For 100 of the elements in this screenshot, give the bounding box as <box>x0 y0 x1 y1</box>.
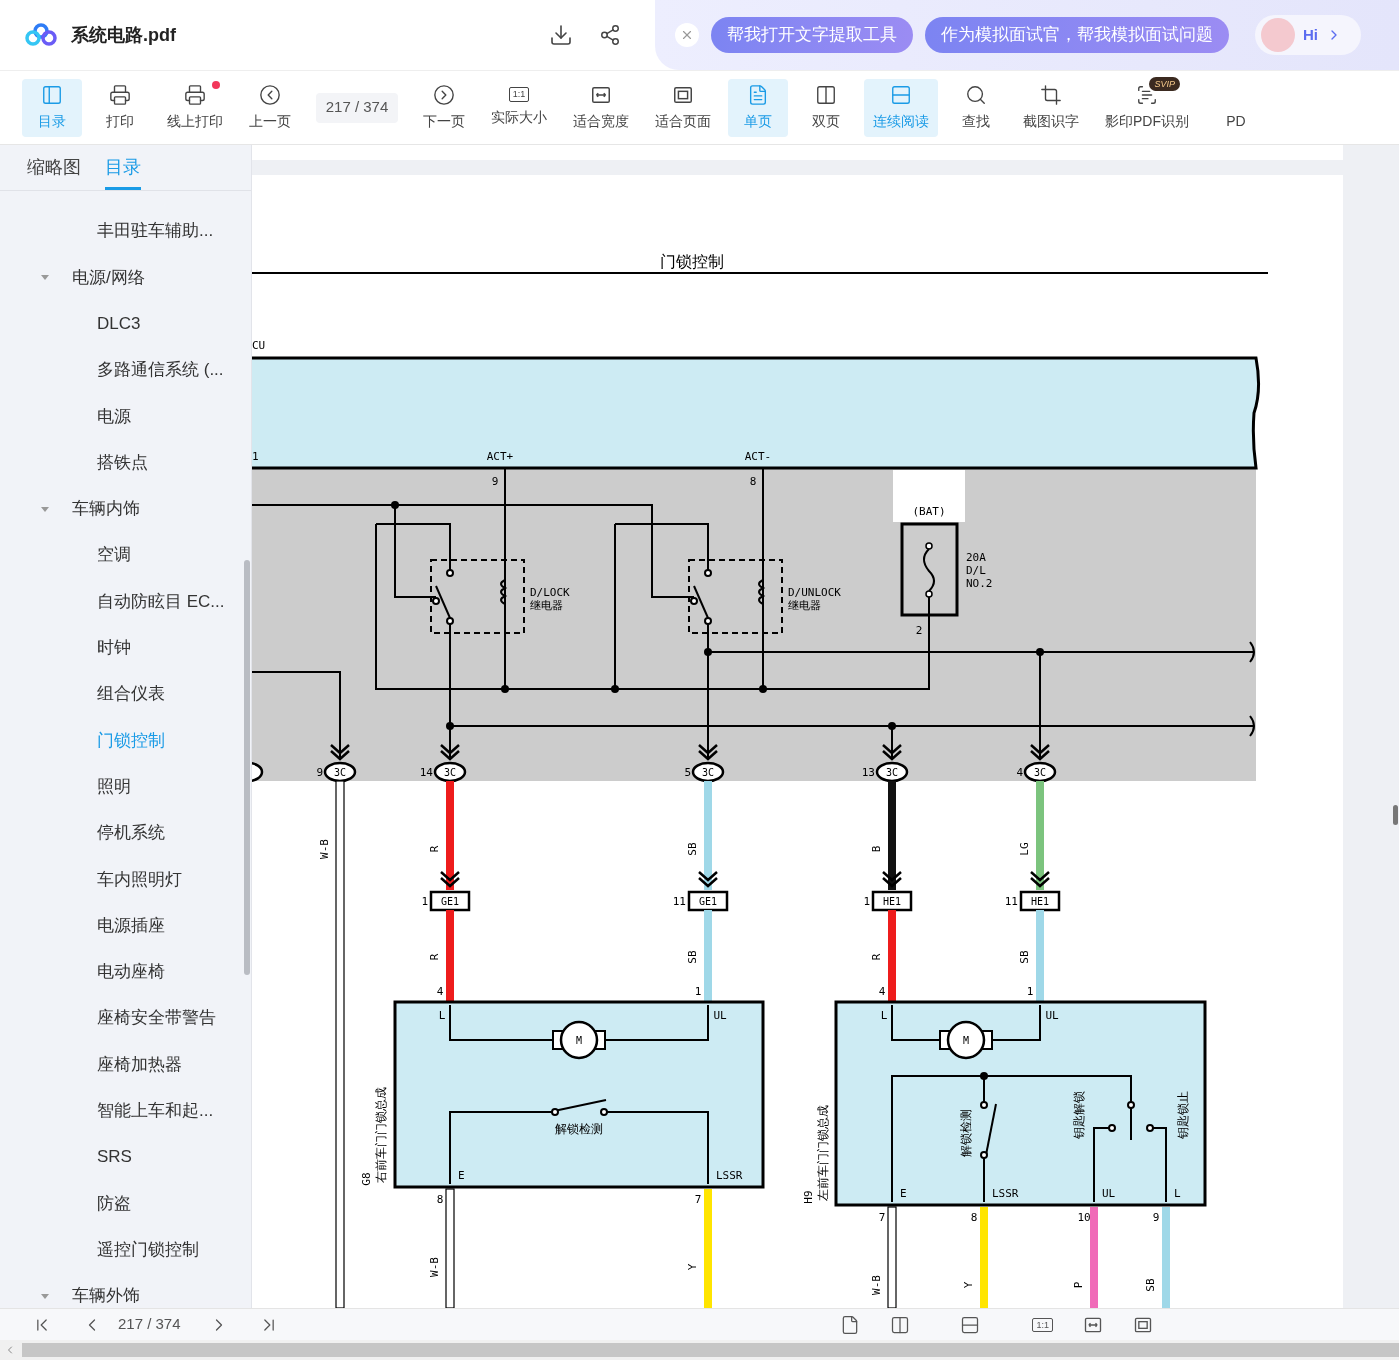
wire-label: W-B <box>318 839 331 859</box>
outline-item[interactable]: DLC3 <box>0 300 251 347</box>
fuse-label: D/L <box>966 564 986 577</box>
terminal-label: L <box>1174 1187 1181 1200</box>
outline-item[interactable]: 停机系统 <box>0 809 251 857</box>
toolbar-button[interactable]: 打印 <box>90 78 150 137</box>
avatar-icon <box>1261 18 1295 52</box>
actual-size-icon[interactable]: 1:1 <box>1032 1317 1053 1332</box>
connector-oval <box>1023 761 1057 783</box>
page-number-field[interactable]: 217 / 374 <box>316 92 398 123</box>
toolbar-button[interactable]: 线上打印 <box>158 78 232 137</box>
pin-label: 1 <box>252 450 259 463</box>
outline-item[interactable]: 多路通信系统 (... <box>0 346 251 394</box>
power-source-label: (BAT) <box>912 505 946 518</box>
connector-box <box>1019 890 1061 912</box>
connector-box <box>429 890 471 912</box>
connector-code: HE1 <box>1030 896 1050 907</box>
connector-oval <box>323 761 357 783</box>
outline-item[interactable]: SRS <box>0 1133 251 1181</box>
toolbar-button[interactable]: 双页 <box>796 78 856 137</box>
outline-item[interactable]: 座椅安全带警告 <box>0 995 251 1042</box>
assembly-label: 左前车门门锁总成 <box>816 1105 830 1201</box>
pin-number: 4 <box>878 985 886 998</box>
pin-number: 7 <box>694 1193 702 1206</box>
scrollbar-thumb[interactable] <box>1393 805 1398 825</box>
toolbar-button[interactable]: 适合宽度 <box>564 78 638 137</box>
outline-item[interactable]: 电动座椅 <box>0 948 251 996</box>
relay-label: D/UNLOCK <box>788 586 841 599</box>
two-columns-icon[interactable] <box>890 1314 911 1335</box>
arrow-head <box>881 743 903 761</box>
toolbar-button[interactable]: 下一页 <box>414 78 474 137</box>
wire-label: SB <box>686 950 699 964</box>
pin-number: 10 <box>1077 1211 1091 1224</box>
outline-item[interactable]: 智能上车和起... <box>0 1087 251 1134</box>
toolbar-button[interactable]: 查找 <box>946 78 1006 137</box>
outline-item[interactable]: 照明 <box>0 763 251 810</box>
arrow-head <box>1029 743 1051 761</box>
outline-item[interactable]: 组合仪表 <box>0 670 251 718</box>
toolbar-button[interactable]: SVIP 影印PDF识别 <box>1096 78 1198 137</box>
pin-number: 9 <box>491 475 499 488</box>
outline-item[interactable]: 防盗 <box>0 1180 251 1227</box>
motor-label: M <box>963 1035 969 1046</box>
arrow-head <box>697 870 719 888</box>
outline-item[interactable]: 车辆内饰 <box>0 485 251 533</box>
outline-item[interactable]: 座椅加热器 <box>0 1041 251 1088</box>
pin-number: 1 <box>863 895 870 908</box>
toolbar-button[interactable]: 截图识字 <box>1014 78 1088 137</box>
close-button[interactable] <box>675 23 699 47</box>
connector-box <box>871 890 913 912</box>
outline-item[interactable]: 电源 <box>0 393 251 440</box>
svip-badge: SVIP <box>1149 76 1180 91</box>
pin-number: 5 <box>684 766 691 779</box>
pin-number: 4 <box>1016 766 1023 779</box>
terminal-label: E <box>900 1187 907 1200</box>
outline-item[interactable]: 遥控门锁控制 <box>0 1226 251 1273</box>
arrow-head <box>881 870 903 888</box>
pin-label: ACT- <box>744 450 772 463</box>
sidebar-tab[interactable]: 缩略图 <box>27 154 81 190</box>
relay-label: 继电器 <box>788 599 821 612</box>
outline-item[interactable]: 车内照明灯 <box>0 856 251 903</box>
outline-item[interactable]: 自动防眩目 EC... <box>0 578 251 625</box>
scrollbar-thumb[interactable] <box>22 1343 1399 1357</box>
pin-number: 2 <box>915 624 923 637</box>
pin-number: 7 <box>878 1211 886 1224</box>
scrollbar-thumb[interactable] <box>244 560 250 975</box>
outline-item[interactable]: 时钟 <box>0 624 251 671</box>
file-name: 系统电路.pdf <box>71 23 176 47</box>
outline-item[interactable]: 空调 <box>0 532 251 579</box>
terminal-label: UL <box>713 1009 727 1022</box>
connector-oval <box>691 761 725 783</box>
outline-item[interactable]: 丰田驻车辅助... <box>0 208 251 255</box>
pin-number: 8 <box>436 1193 444 1206</box>
outline-item[interactable]: 车辆外饰 <box>0 1272 251 1308</box>
two-rows-icon[interactable] <box>960 1314 981 1335</box>
outline-item[interactable]: 电源/网络 <box>0 254 251 301</box>
actual-size-icon: 1:1 <box>508 87 530 102</box>
close-icon <box>680 28 694 42</box>
printer-icon <box>109 83 131 106</box>
arrow-head <box>1029 870 1051 888</box>
pin-number: 4 <box>436 985 444 998</box>
outline-item[interactable]: 电源插座 <box>0 902 251 949</box>
assistant-button[interactable]: Hi <box>1255 15 1361 55</box>
toolbar-button[interactable]: PD <box>1206 78 1266 137</box>
pin-number: 11 <box>672 895 686 908</box>
connector-code: 3C <box>702 767 714 778</box>
toolbar-button[interactable]: 1:1 实际大小 <box>482 78 556 137</box>
connector-code: 3C <box>886 767 898 778</box>
wire-label: R <box>428 845 441 853</box>
toolbar-button[interactable]: 适合页面 <box>646 78 720 137</box>
page-icon <box>747 83 769 106</box>
wire-label: W-B <box>428 1257 441 1277</box>
connector-oval <box>433 761 467 783</box>
wire-label: SB <box>1144 1278 1157 1292</box>
fuse-label: NO.2 <box>966 577 993 590</box>
terminal-label: E <box>458 1169 465 1182</box>
connector-oval <box>875 761 909 783</box>
two-columns-icon <box>815 83 837 106</box>
pin-number: 1 <box>421 895 428 908</box>
toolbar-button[interactable]: 上一页 <box>240 78 300 137</box>
outline-item[interactable]: 搭铁点 <box>0 439 251 486</box>
